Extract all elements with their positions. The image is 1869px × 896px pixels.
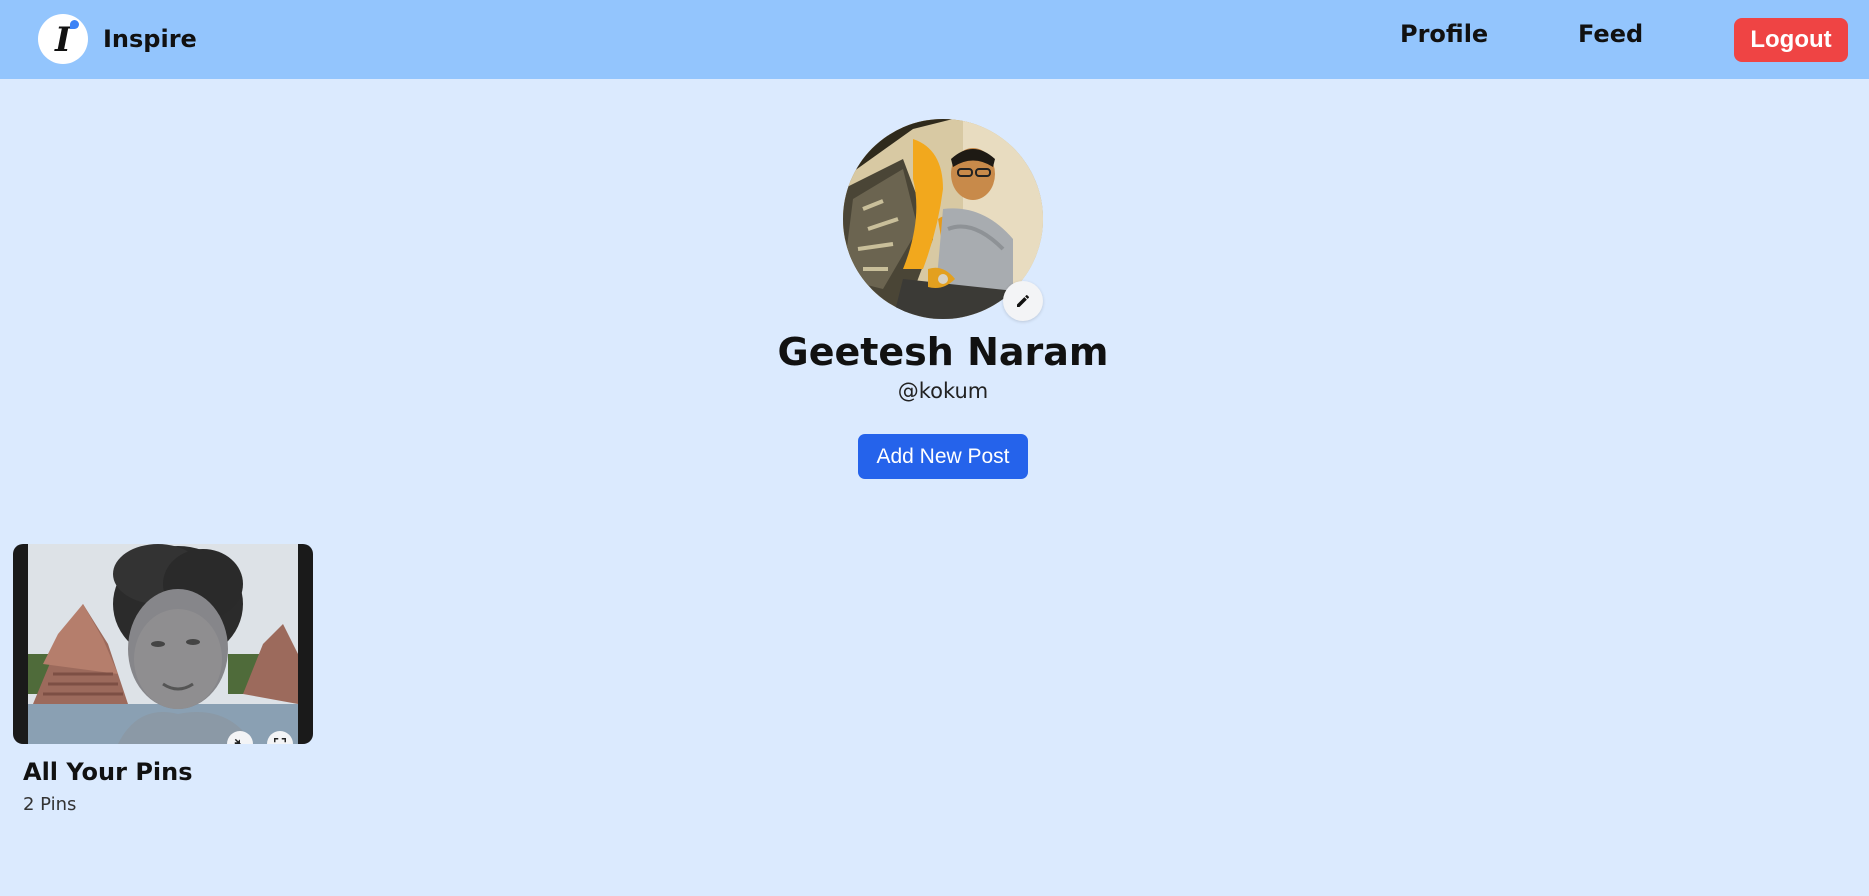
nav-profile-link[interactable]: Profile: [1400, 20, 1488, 48]
add-new-post-button[interactable]: Add New Post: [858, 434, 1028, 479]
board-title[interactable]: All Your Pins: [23, 758, 313, 786]
video-frame: [28, 544, 298, 744]
profile-name: Geetesh Naram: [777, 330, 1109, 374]
top-navbar: I Inspire Profile Feed Logout: [0, 0, 1869, 79]
logo-accent-dot: [70, 20, 79, 29]
logo-letter: I: [55, 20, 71, 60]
mute-icon: [234, 738, 242, 744]
board-card-all-pins[interactable]: All Your Pins 2 Pins: [13, 544, 313, 815]
video-still: [28, 544, 298, 744]
profile-handle: @kokum: [897, 379, 989, 403]
nav-feed-link[interactable]: Feed: [1578, 20, 1643, 48]
logout-button[interactable]: Logout: [1734, 18, 1848, 62]
profile-avatar-container: [843, 119, 1043, 321]
board-thumbnail-video[interactable]: [13, 544, 313, 744]
board-pin-count: 2 Pins: [23, 794, 77, 815]
inspire-logo-icon[interactable]: I: [38, 14, 88, 64]
fullscreen-icon: [274, 738, 286, 743]
pencil-icon: [1017, 294, 1030, 307]
brand[interactable]: I Inspire: [38, 14, 197, 64]
brand-name[interactable]: Inspire: [103, 25, 197, 53]
edit-avatar-button[interactable]: [1003, 281, 1043, 321]
